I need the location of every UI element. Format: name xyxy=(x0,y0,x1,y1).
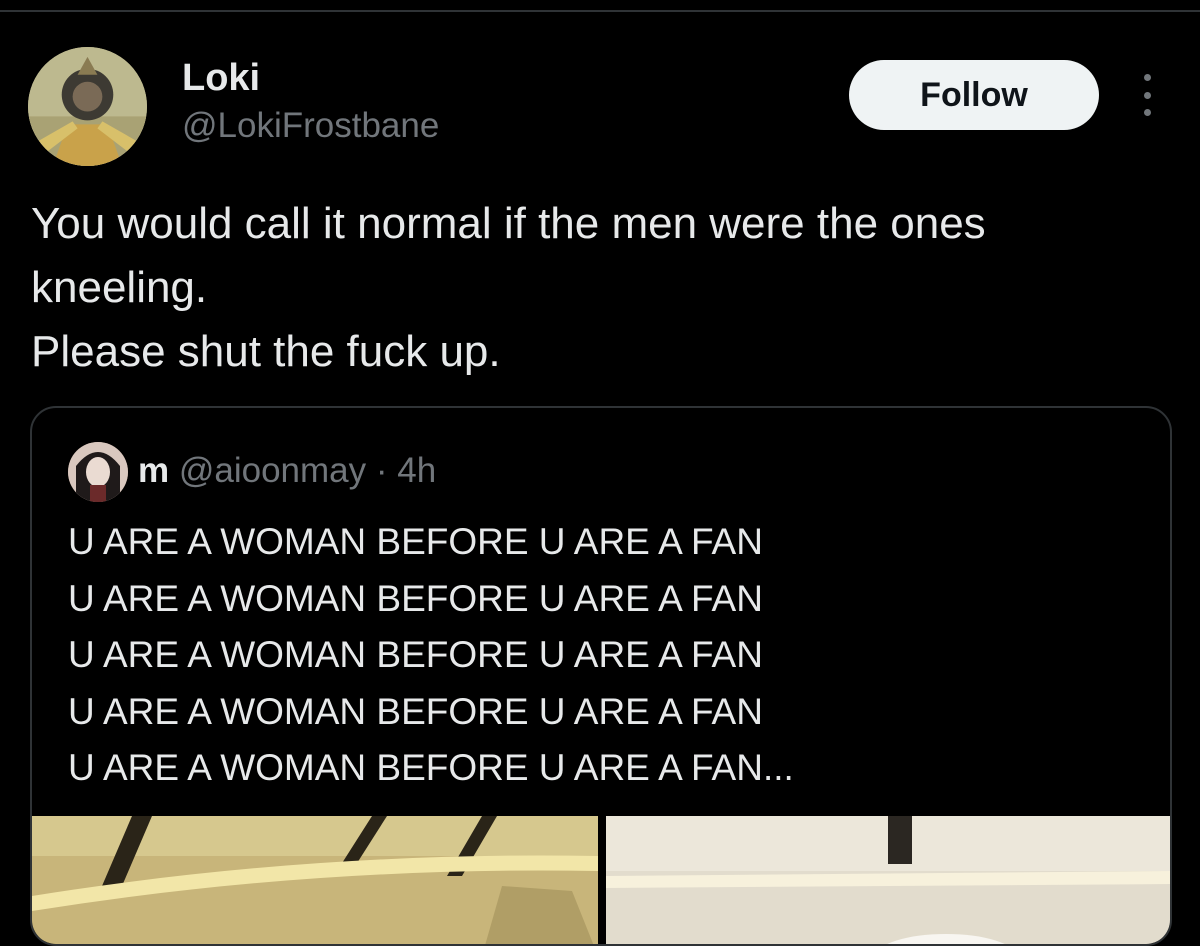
quoted-text-line: U ARE A WOMAN BEFORE U ARE A FAN xyxy=(68,521,763,562)
quoted-media-grid xyxy=(32,816,1170,944)
quoted-author-display-name[interactable]: m xyxy=(138,451,169,490)
quoted-tweet-card[interactable]: m @aioonmay · 4h U ARE A WOMAN BEFORE U … xyxy=(30,406,1172,946)
quoted-text-line: U ARE A WOMAN BEFORE U ARE A FAN xyxy=(68,577,763,619)
photo-image xyxy=(32,816,598,944)
media-photo-2[interactable] xyxy=(606,816,1170,944)
author-handle[interactable]: @LokiFrostbane xyxy=(182,104,439,148)
author-display-name[interactable]: Loki xyxy=(182,56,260,100)
quoted-author-handle[interactable]: @aioonmay xyxy=(179,451,366,490)
top-divider xyxy=(0,10,1200,12)
media-photo-1[interactable] xyxy=(32,816,598,944)
avatar-image xyxy=(68,442,128,502)
more-dot xyxy=(1143,91,1151,99)
tweet-text-line: You would call it normal if the men were… xyxy=(31,199,986,248)
photo-image xyxy=(606,816,1170,944)
quoted-tweet-timestamp[interactable]: 4h xyxy=(397,451,436,490)
more-dot xyxy=(1143,74,1151,81)
more-options-icon[interactable] xyxy=(1132,74,1162,116)
quoted-tweet-text: U ARE A WOMAN BEFORE U ARE A FAN U ARE A… xyxy=(68,514,794,797)
tweet-text-line: Please shut the fuck up. xyxy=(31,327,501,376)
tweet-text-line: kneeling. xyxy=(31,263,208,312)
more-dot xyxy=(1143,109,1151,116)
author-avatar[interactable] xyxy=(28,47,147,166)
quoted-text-line: U ARE A WOMAN BEFORE U ARE A FAN xyxy=(68,690,763,732)
header-separator: · xyxy=(375,451,388,490)
quoted-text-line: U ARE A WOMAN BEFORE U ARE A FAN xyxy=(68,634,763,675)
follow-button[interactable]: Follow xyxy=(849,60,1099,130)
quoted-text-line: U ARE A WOMAN BEFORE U ARE A FAN... xyxy=(68,747,794,788)
quoted-author-avatar[interactable] xyxy=(68,442,128,502)
tweet-text: You would call it normal if the men were… xyxy=(31,192,1181,384)
avatar-image xyxy=(28,47,147,166)
quoted-tweet-header: m @aioonmay · 4h xyxy=(138,448,436,494)
